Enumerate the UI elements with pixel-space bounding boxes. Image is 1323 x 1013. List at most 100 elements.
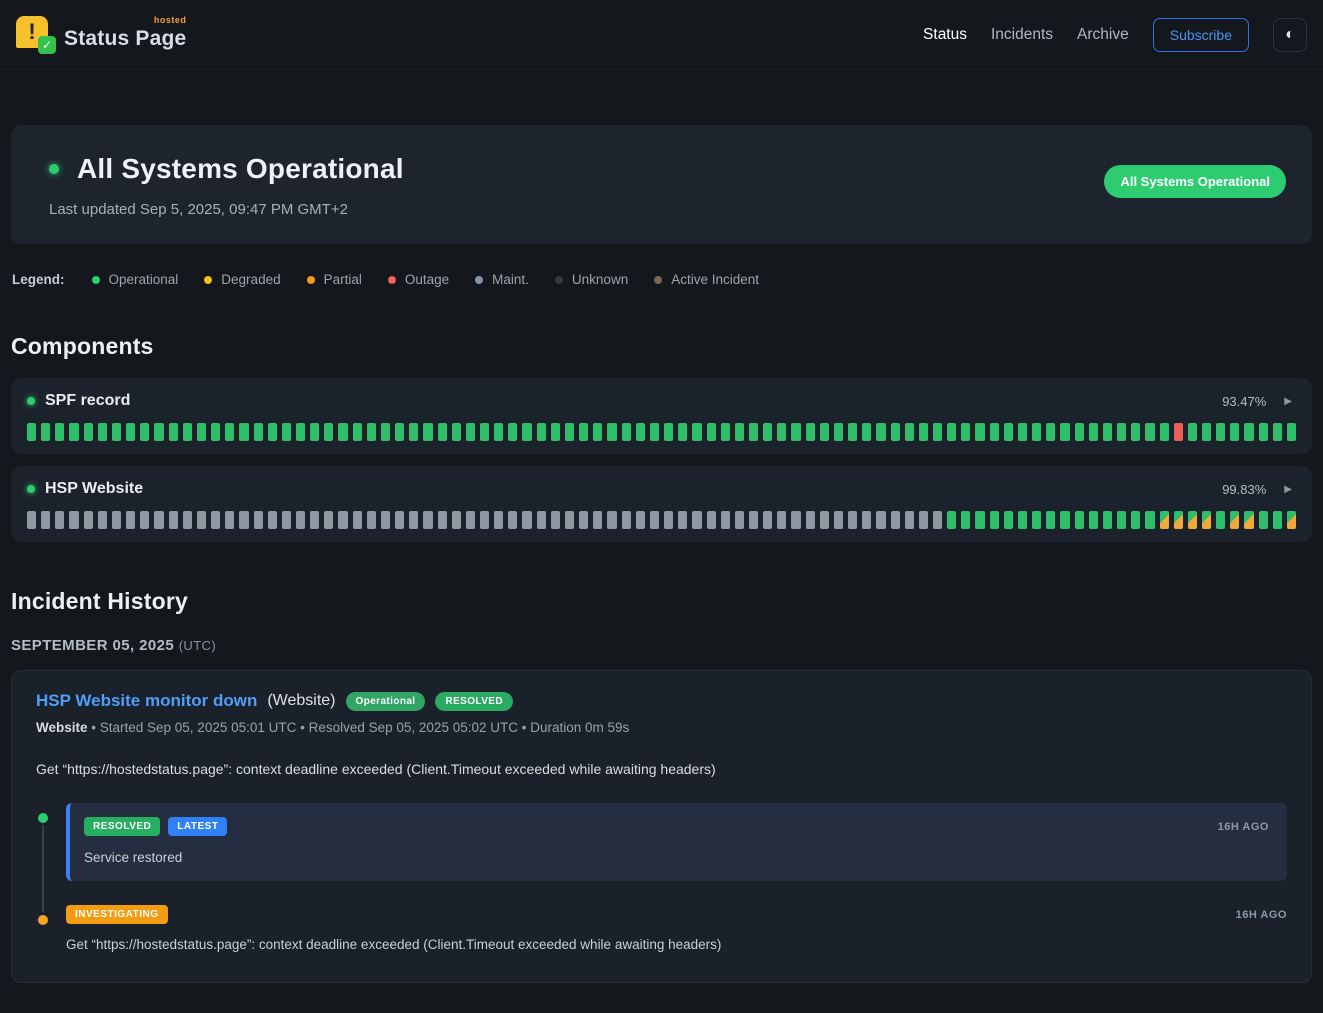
- uptime-bar[interactable]: [791, 511, 800, 529]
- uptime-bar[interactable]: [1145, 511, 1154, 529]
- uptime-bar[interactable]: [409, 423, 418, 441]
- uptime-bar[interactable]: [367, 511, 376, 529]
- uptime-bar[interactable]: [438, 423, 447, 441]
- uptime-bar[interactable]: [452, 423, 461, 441]
- uptime-bar[interactable]: [537, 511, 546, 529]
- uptime-bar[interactable]: [1117, 511, 1126, 529]
- uptime-bar[interactable]: [678, 511, 687, 529]
- uptime-bar[interactable]: [466, 423, 475, 441]
- uptime-bar[interactable]: [876, 511, 885, 529]
- uptime-bar[interactable]: [579, 511, 588, 529]
- uptime-bar[interactable]: [777, 511, 786, 529]
- uptime-bar[interactable]: [876, 423, 885, 441]
- uptime-bar[interactable]: [1273, 511, 1282, 529]
- uptime-bar[interactable]: [749, 423, 758, 441]
- uptime-bar[interactable]: [1230, 511, 1239, 529]
- uptime-bar[interactable]: [905, 423, 914, 441]
- uptime-bar[interactable]: [1089, 511, 1098, 529]
- uptime-bar[interactable]: [296, 511, 305, 529]
- uptime-bar[interactable]: [1075, 511, 1084, 529]
- uptime-bar[interactable]: [353, 511, 362, 529]
- uptime-bar[interactable]: [98, 423, 107, 441]
- uptime-bar[interactable]: [919, 423, 928, 441]
- uptime-bar[interactable]: [480, 423, 489, 441]
- uptime-bar[interactable]: [154, 423, 163, 441]
- uptime-bar[interactable]: [1244, 423, 1253, 441]
- uptime-bar[interactable]: [1046, 423, 1055, 441]
- uptime-bar[interactable]: [990, 511, 999, 529]
- uptime-bar[interactable]: [707, 423, 716, 441]
- uptime-bar[interactable]: [480, 511, 489, 529]
- uptime-bar[interactable]: [721, 511, 730, 529]
- uptime-bar[interactable]: [338, 511, 347, 529]
- uptime-bar[interactable]: [1131, 423, 1140, 441]
- uptime-bar[interactable]: [1202, 423, 1211, 441]
- uptime-bar[interactable]: [749, 511, 758, 529]
- uptime-bar[interactable]: [1018, 423, 1027, 441]
- uptime-bar[interactable]: [990, 423, 999, 441]
- nav-link-status[interactable]: Status: [923, 26, 967, 44]
- uptime-bar[interactable]: [1174, 423, 1183, 441]
- uptime-bar[interactable]: [975, 423, 984, 441]
- uptime-bar[interactable]: [126, 423, 135, 441]
- uptime-bar[interactable]: [1287, 423, 1296, 441]
- uptime-bar[interactable]: [41, 423, 50, 441]
- uptime-bar[interactable]: [296, 423, 305, 441]
- uptime-bar[interactable]: [834, 511, 843, 529]
- uptime-bar[interactable]: [551, 423, 560, 441]
- uptime-bar[interactable]: [848, 423, 857, 441]
- uptime-bar[interactable]: [1004, 511, 1013, 529]
- uptime-bar[interactable]: [721, 423, 730, 441]
- uptime-bar[interactable]: [268, 511, 277, 529]
- uptime-bar[interactable]: [636, 423, 645, 441]
- uptime-bar[interactable]: [1259, 423, 1268, 441]
- uptime-bar[interactable]: [947, 423, 956, 441]
- uptime-bar[interactable]: [650, 423, 659, 441]
- uptime-bar[interactable]: [1103, 423, 1112, 441]
- uptime-bar[interactable]: [933, 511, 942, 529]
- uptime-bar[interactable]: [409, 511, 418, 529]
- uptime-bar[interactable]: [947, 511, 956, 529]
- uptime-bar[interactable]: [381, 511, 390, 529]
- uptime-bar[interactable]: [1032, 511, 1041, 529]
- uptime-bar[interactable]: [395, 511, 404, 529]
- uptime-bar[interactable]: [636, 511, 645, 529]
- uptime-bar[interactable]: [395, 423, 404, 441]
- uptime-bar[interactable]: [1145, 423, 1154, 441]
- uptime-bar[interactable]: [211, 423, 220, 441]
- uptime-bar[interactable]: [692, 511, 701, 529]
- uptime-bar[interactable]: [169, 511, 178, 529]
- uptime-bar[interactable]: [919, 511, 928, 529]
- uptime-bar[interactable]: [961, 511, 970, 529]
- uptime-bar[interactable]: [607, 511, 616, 529]
- uptime-bar[interactable]: [975, 511, 984, 529]
- uptime-bar[interactable]: [126, 511, 135, 529]
- uptime-bar[interactable]: [169, 423, 178, 441]
- uptime-bar[interactable]: [791, 423, 800, 441]
- uptime-bar[interactable]: [154, 511, 163, 529]
- uptime-bar[interactable]: [423, 423, 432, 441]
- uptime-bar[interactable]: [367, 423, 376, 441]
- uptime-bar[interactable]: [707, 511, 716, 529]
- uptime-bar[interactable]: [225, 423, 234, 441]
- uptime-bar[interactable]: [1287, 511, 1296, 529]
- uptime-bar[interactable]: [565, 511, 574, 529]
- uptime-bar[interactable]: [183, 423, 192, 441]
- uptime-bar[interactable]: [664, 423, 673, 441]
- uptime-bar[interactable]: [381, 423, 390, 441]
- uptime-bar[interactable]: [494, 511, 503, 529]
- uptime-bar[interactable]: [239, 511, 248, 529]
- uptime-bar[interactable]: [537, 423, 546, 441]
- uptime-bar[interactable]: [806, 423, 815, 441]
- uptime-bar[interactable]: [862, 423, 871, 441]
- uptime-bar[interactable]: [466, 511, 475, 529]
- uptime-bar[interactable]: [452, 511, 461, 529]
- uptime-bar[interactable]: [1202, 511, 1211, 529]
- uptime-bar[interactable]: [678, 423, 687, 441]
- uptime-bar[interactable]: [197, 511, 206, 529]
- uptime-bar[interactable]: [112, 511, 121, 529]
- uptime-bar[interactable]: [254, 423, 263, 441]
- uptime-bar[interactable]: [183, 511, 192, 529]
- uptime-bar[interactable]: [834, 423, 843, 441]
- uptime-bar[interactable]: [254, 511, 263, 529]
